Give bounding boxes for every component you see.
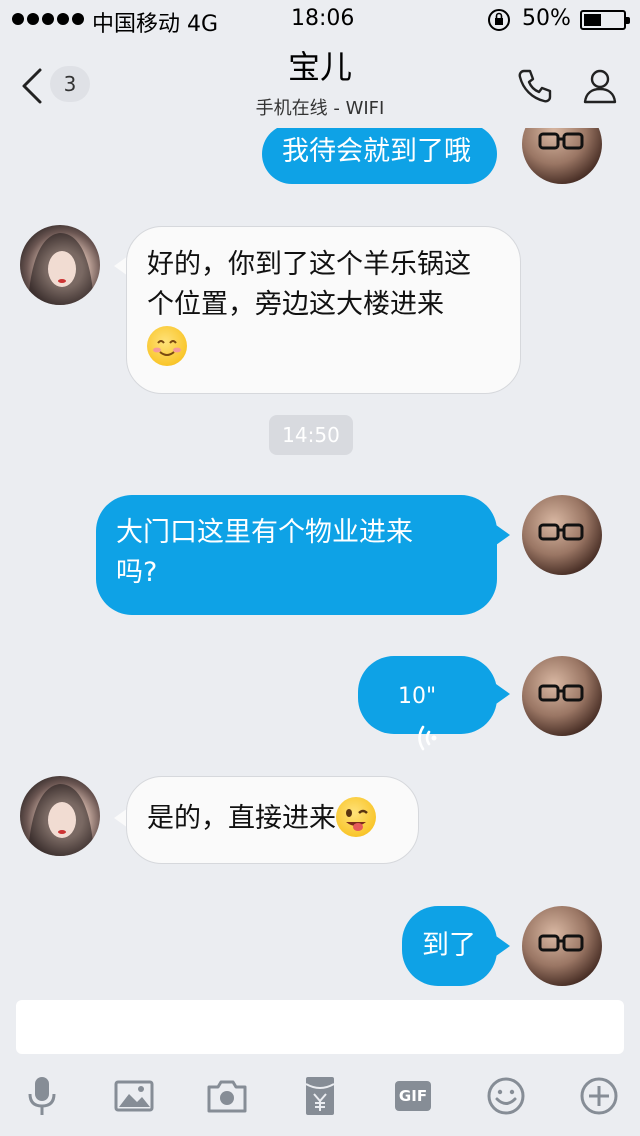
message-input[interactable] <box>16 1000 624 1054</box>
gif-button[interactable]: GIF <box>391 1074 435 1118</box>
emoji-icon <box>487 1077 525 1115</box>
timestamp-divider: 14:50 <box>269 415 353 455</box>
message-text: 我待会就到了哦 <box>282 136 471 167</box>
message-text: 到了 <box>422 930 476 961</box>
microphone-icon <box>28 1077 56 1115</box>
rotation-lock-icon <box>488 9 510 31</box>
voice-duration: 10" <box>398 684 437 709</box>
my-avatar[interactable] <box>522 656 602 736</box>
status-bar: 中国移动 4G 18:06 50% <box>0 0 640 40</box>
red-packet-button[interactable] <box>298 1074 342 1118</box>
outgoing-message-bubble[interactable]: 大门口这里有个物业进来 吗? <box>96 495 497 615</box>
red-packet-icon <box>305 1077 335 1115</box>
message-text-line: 大门口这里有个物业进来 <box>116 517 413 548</box>
plus-icon <box>580 1077 618 1115</box>
voice-playback-icon <box>418 725 437 750</box>
incoming-message-bubble[interactable]: 是的，直接进来 <box>126 776 419 864</box>
message-text: 是的，直接进来 <box>147 803 336 834</box>
voice-input-button[interactable] <box>20 1074 64 1118</box>
camera-button[interactable] <box>205 1074 249 1118</box>
outgoing-message-bubble[interactable]: 我待会就到了哦 <box>262 128 497 184</box>
message-text-line: 个位置，旁边这大楼进来 <box>147 289 444 320</box>
battery-icon <box>580 10 630 30</box>
carrier-label: 中国移动 4G <box>92 12 219 37</box>
chat-header: 3 宝儿 手机在线 - WIFI <box>0 40 640 128</box>
signal-strength-icon <box>12 13 84 25</box>
my-avatar[interactable] <box>522 128 602 184</box>
incoming-message-bubble[interactable]: 好的，你到了这个羊乐锅这 个位置，旁边这大楼进来 <box>126 226 521 394</box>
photo-album-button[interactable] <box>112 1074 156 1118</box>
message-text-line: 好的，你到了这个羊乐锅这 <box>147 249 471 280</box>
my-avatar[interactable] <box>522 495 602 575</box>
clock: 18:06 <box>291 6 355 31</box>
smile-emoji-icon <box>147 325 187 366</box>
bubble-tail <box>496 684 510 704</box>
bubble-tail <box>496 525 510 545</box>
image-icon <box>114 1080 154 1112</box>
message-text-line: 吗? <box>116 557 158 588</box>
phone-icon <box>518 69 552 103</box>
more-actions-button[interactable] <box>577 1074 621 1118</box>
person-icon <box>583 69 617 104</box>
gif-icon: GIF <box>395 1081 431 1111</box>
contact-profile-button[interactable] <box>580 66 620 106</box>
bubble-tail <box>496 936 510 956</box>
my-avatar[interactable] <box>522 906 602 986</box>
message-list[interactable]: 我待会就到了哦 好的，你到了这个羊乐锅这 个位置，旁边这大楼进来 14:50 大… <box>0 128 640 990</box>
voice-message-bubble[interactable]: 10" <box>358 656 497 750</box>
emoji-button[interactable] <box>484 1074 528 1118</box>
contact-avatar[interactable] <box>20 225 100 305</box>
wink-emoji-icon <box>336 796 376 837</box>
contact-avatar[interactable] <box>20 776 100 856</box>
outgoing-message-bubble[interactable]: 到了 <box>402 906 497 986</box>
camera-icon <box>207 1080 247 1113</box>
voice-call-button[interactable] <box>515 66 555 106</box>
battery-percent: 50% <box>522 6 571 31</box>
input-toolbar: GIF <box>0 1068 640 1128</box>
